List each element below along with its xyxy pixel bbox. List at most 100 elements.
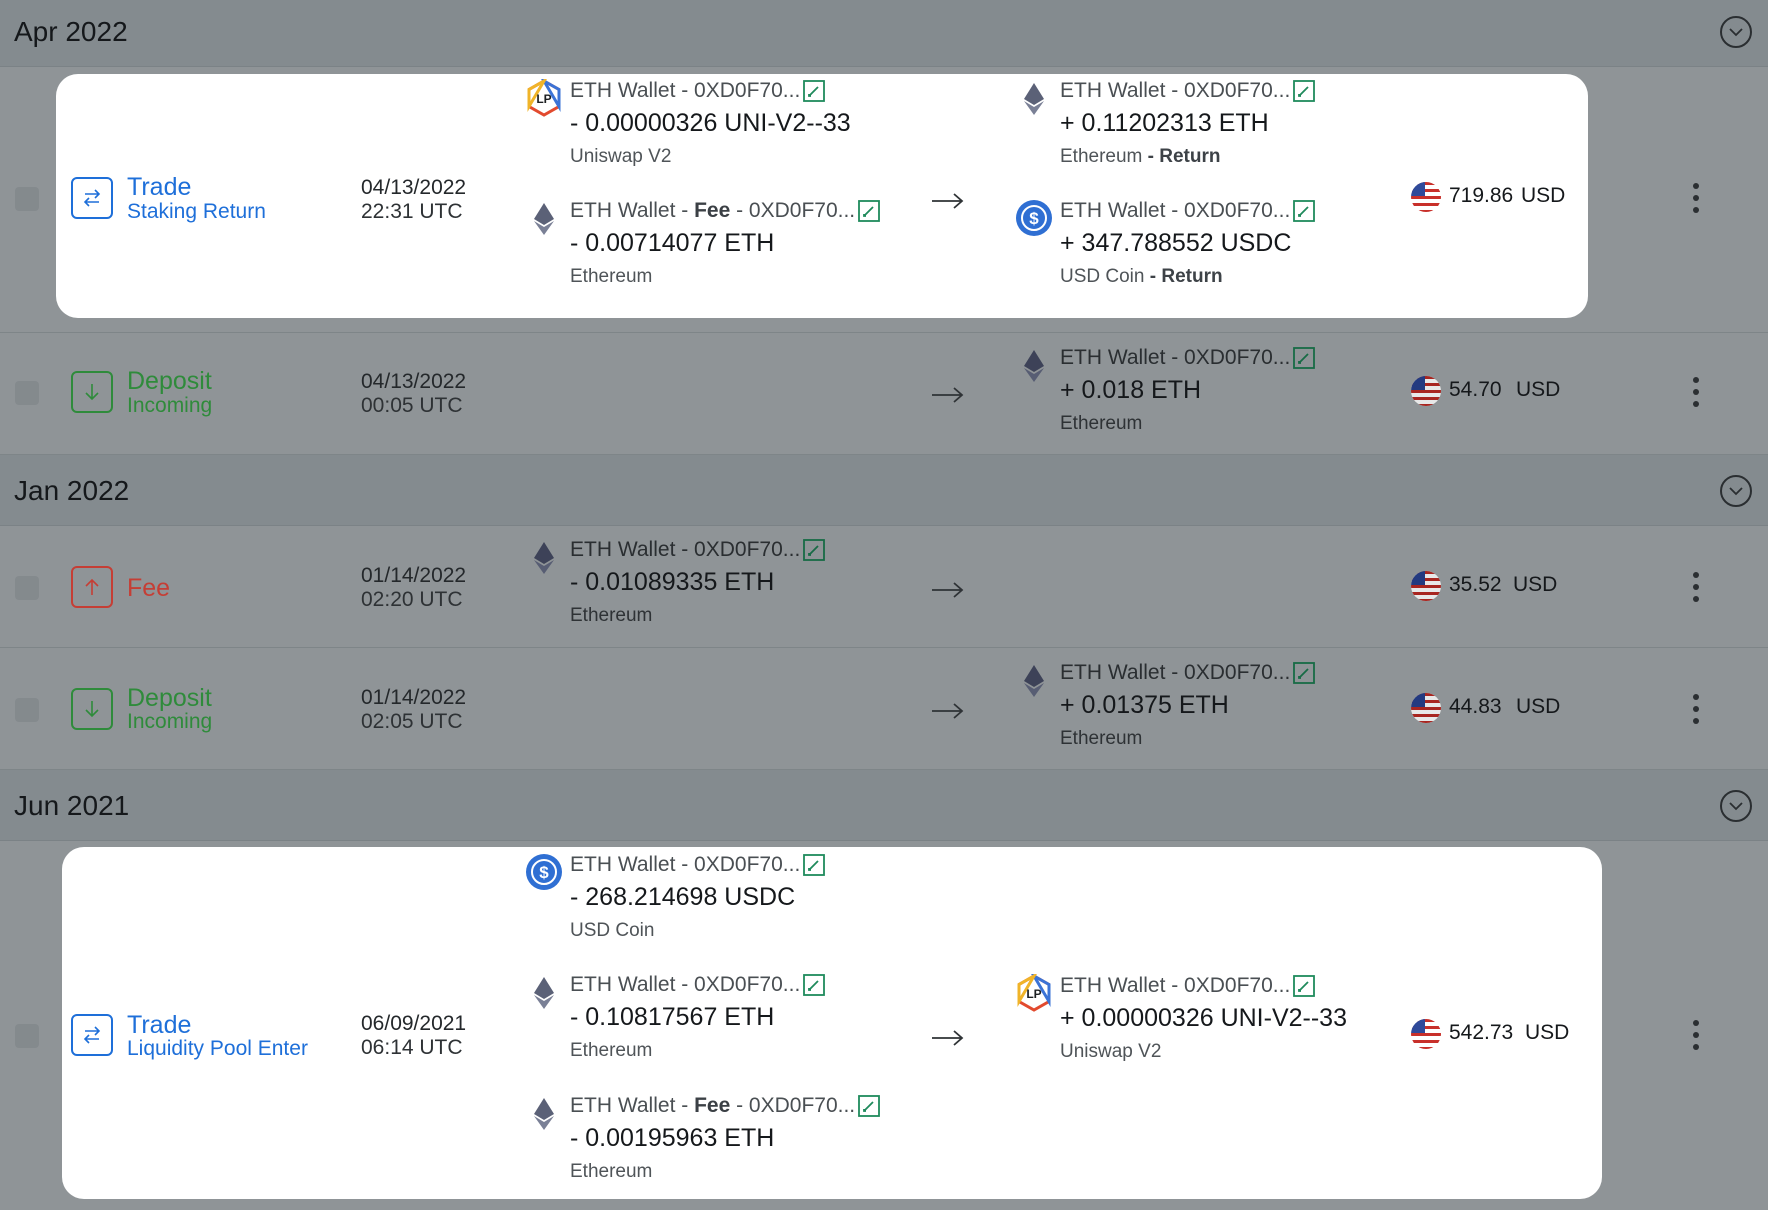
asset-network: USD Coin - Return [1060,266,1223,287]
collapse-group-button[interactable] [1720,790,1752,822]
external-link-icon[interactable] [1292,199,1316,223]
chevron-down-icon [1729,802,1743,811]
asset-network: Ethereum [1060,413,1143,434]
external-link-icon[interactable] [802,79,826,103]
eth-icon [1024,83,1044,115]
us-flag-icon [1411,1019,1441,1049]
transaction-type: Deposit [127,367,212,395]
asset-amount: + 0.00000326 UNI-V2--33 [1060,1004,1347,1032]
lp-token-icon: LP [1017,974,1051,1012]
external-link-icon[interactable] [802,973,826,997]
transaction-date: 01/14/2022 [361,686,467,709]
external-link-icon[interactable] [1292,79,1316,103]
transaction-time: 00:05 UTC [361,394,463,417]
asset-network: Ethereum [570,1040,653,1061]
us-flag-icon [1411,376,1441,406]
us-flag-icon [1411,693,1441,723]
transaction-type: Trade [127,173,192,201]
transaction-time: 02:05 UTC [361,710,463,733]
fiat-amount: 719.86 [1449,184,1514,207]
transaction-date: 04/13/2022 [361,370,467,393]
external-link-icon[interactable] [802,853,826,877]
fiat-amount: 35.52 [1449,573,1502,596]
month-title: Apr 2022 [14,16,128,47]
wallet-link[interactable]: ETH Wallet - 0XD0F70... [1060,974,1316,998]
wallet-link[interactable]: ETH Wallet - 0XD0F70... [570,79,826,103]
more-options-icon[interactable] [1690,694,1702,726]
fiat-amount: 542.73 [1449,1021,1514,1044]
asset-network: Ethereum [570,266,653,287]
fiat-currency: USD [1525,1021,1570,1044]
wallet-link[interactable]: ETH Wallet - 0XD0F70... [1060,661,1316,685]
external-link-icon[interactable] [857,199,881,223]
arrow-right-icon [932,582,964,598]
transaction-row[interactable]: Fee 01/14/2022 02:20 UTC ETH Wallet - 0X… [0,526,1768,648]
arrow-right-icon [932,193,964,209]
svg-text:$: $ [1029,209,1039,228]
eth-icon [534,542,554,574]
transaction-row[interactable]: Trade Liquidity Pool Enter 06/09/2021 06… [0,841,1768,1210]
wallet-link[interactable]: ETH Wallet - 0XD0F70... [1060,346,1316,370]
arrow-right-icon [932,387,964,403]
row-checkbox[interactable] [15,698,39,722]
chevron-down-icon [1729,487,1743,496]
wallet-link[interactable]: ETH Wallet - 0XD0F70... [570,853,826,877]
asset-amount: - 0.10817567 ETH [570,1003,775,1031]
asset-network: Ethereum [1060,728,1143,749]
transaction-time: 06:14 UTC [361,1036,463,1059]
more-options-icon[interactable] [1690,572,1702,604]
asset-network: Ethereum [570,1161,653,1182]
fiat-currency: USD [1513,573,1558,596]
asset-amount: - 0.00714077 ETH [570,229,775,257]
transaction-subtype: Liquidity Pool Enter [127,1037,308,1060]
transaction-row[interactable]: Deposit Incoming 04/13/2022 00:05 UTC ET… [0,333,1768,455]
eth-icon [534,977,554,1009]
transaction-card [62,847,1602,1199]
transaction-subtype: Staking Return [127,200,266,223]
transaction-row[interactable]: Trade Staking Return 04/13/2022 22:31 UT… [0,67,1768,333]
collapse-group-button[interactable] [1720,16,1752,48]
us-flag-icon [1411,182,1441,212]
wallet-link[interactable]: ETH Wallet - Fee - 0XD0F70... [570,199,881,223]
arrow-right-icon [932,1030,964,1046]
more-options-icon[interactable] [1690,1020,1702,1052]
external-link-icon[interactable] [802,538,826,562]
transaction-date: 01/14/2022 [361,564,467,587]
transaction-type: Trade [127,1011,192,1039]
external-link-icon[interactable] [1292,661,1316,685]
usdc-icon: $ [526,854,562,890]
transaction-type: Fee [127,574,171,602]
more-options-icon[interactable] [1690,183,1702,215]
asset-network: Uniswap V2 [570,146,672,167]
transaction-date: 04/13/2022 [361,176,467,199]
fiat-amount: 44.83 [1449,695,1502,718]
row-checkbox[interactable] [15,576,39,600]
external-link-icon[interactable] [857,1094,881,1118]
deposit-icon [71,688,113,730]
external-link-icon[interactable] [1292,346,1316,370]
more-options-icon[interactable] [1690,377,1702,409]
trade-icon [71,1014,113,1056]
row-checkbox[interactable] [15,187,39,211]
external-link-icon[interactable] [1292,974,1316,998]
wallet-link[interactable]: ETH Wallet - 0XD0F70... [1060,199,1316,223]
month-header: Jan 2022 [0,455,1768,526]
asset-network: Uniswap V2 [1060,1041,1162,1062]
asset-amount: + 0.018 ETH [1060,376,1202,404]
trade-icon [71,177,113,219]
wallet-link[interactable]: ETH Wallet - Fee - 0XD0F70... [570,1094,881,1118]
asset-network: Ethereum - Return [1060,146,1221,167]
wallet-link[interactable]: ETH Wallet - 0XD0F70... [570,538,826,562]
wallet-link[interactable]: ETH Wallet - 0XD0F70... [1060,79,1316,103]
collapse-group-button[interactable] [1720,475,1752,507]
month-title: Jun 2021 [14,790,130,821]
asset-amount: - 268.214698 USDC [570,883,796,911]
row-checkbox[interactable] [15,381,39,405]
eth-icon [1024,350,1044,382]
transaction-row[interactable]: Deposit Incoming 01/14/2022 02:05 UTC ET… [0,648,1768,770]
wallet-link[interactable]: ETH Wallet - 0XD0F70... [570,973,826,997]
row-checkbox[interactable] [15,1024,39,1048]
usdc-icon: $ [1016,200,1052,236]
fee-icon [71,566,113,608]
transaction-date: 06/09/2021 [361,1012,467,1035]
